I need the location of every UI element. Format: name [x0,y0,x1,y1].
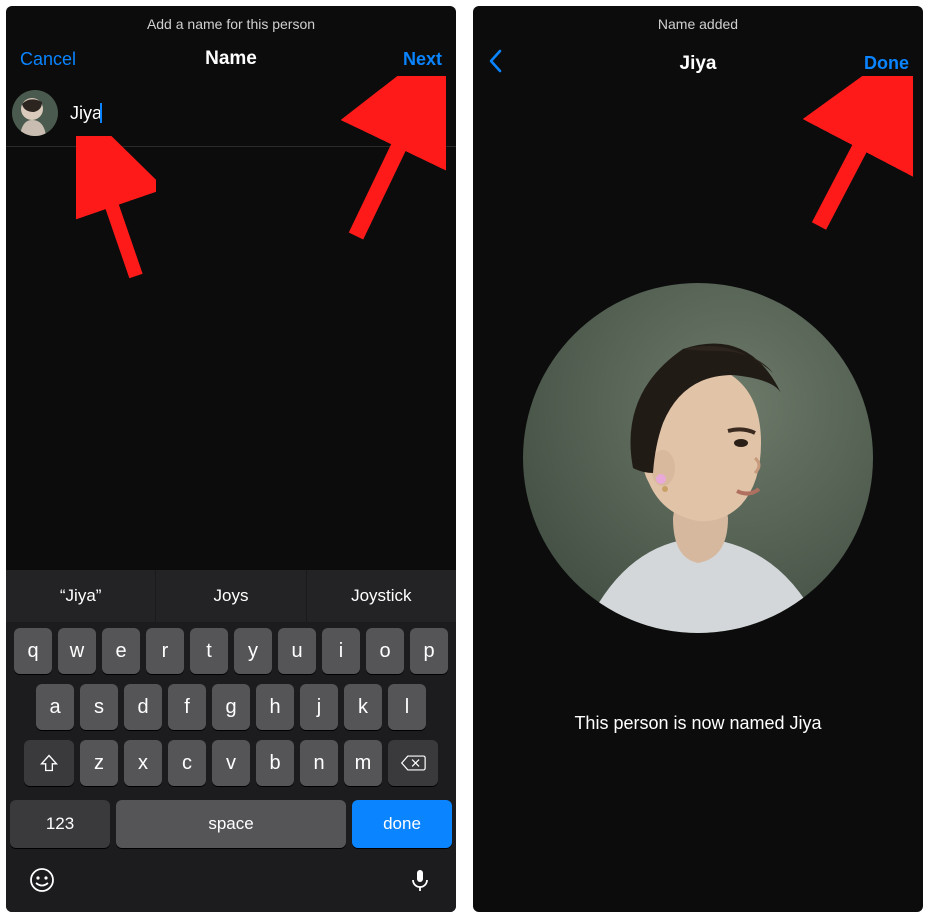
emoji-icon[interactable] [28,866,56,894]
navbar-left: Cancel Name Next [6,40,456,84]
keyboard-done-key[interactable]: done [352,800,452,848]
next-button[interactable]: Next [403,49,442,69]
keyboard: “Jiya” Joys Joystick q w e r t y u i o p… [6,570,456,912]
key-h[interactable]: h [256,684,294,730]
name-input-row: Jiya [6,84,456,147]
key-b[interactable]: b [256,740,294,786]
key-d[interactable]: d [124,684,162,730]
key-u[interactable]: u [278,628,316,674]
back-button[interactable] [487,48,505,79]
caption-right: Name added [473,6,923,40]
key-l[interactable]: l [388,684,426,730]
caption-left: Add a name for this person [6,6,456,40]
key-row-3: z x c v b n m [10,740,452,786]
key-row-2: a s d f g h j k l [10,684,452,730]
key-y[interactable]: y [234,628,272,674]
key-w[interactable]: w [58,628,96,674]
name-input[interactable]: Jiya [70,103,102,124]
right-panel: Name added Jiya Done [473,6,923,912]
key-row-1: q w e r t y u i o p [10,628,452,674]
shift-key[interactable] [24,740,74,786]
key-k[interactable]: k [344,684,382,730]
nav-title-right: Jiya [680,53,717,75]
key-o[interactable]: o [366,628,404,674]
key-e[interactable]: e [102,628,140,674]
backspace-key[interactable] [388,740,438,786]
key-v[interactable]: v [212,740,250,786]
key-r[interactable]: r [146,628,184,674]
keyboard-footer [6,856,456,912]
key-f[interactable]: f [168,684,206,730]
key-x[interactable]: x [124,740,162,786]
key-j[interactable]: j [300,684,338,730]
suggestion-3[interactable]: Joystick [307,570,456,622]
annotation-arrow-done [793,76,913,236]
key-q[interactable]: q [14,628,52,674]
key-z[interactable]: z [80,740,118,786]
key-s[interactable]: s [80,684,118,730]
key-a[interactable]: a [36,684,74,730]
key-g[interactable]: g [212,684,250,730]
text-cursor [100,103,102,123]
left-panel: Add a name for this person Cancel Name N… [6,6,456,912]
key-m[interactable]: m [344,740,382,786]
numbers-key[interactable]: 123 [10,800,110,848]
key-i[interactable]: i [322,628,360,674]
confirmation-text: This person is now named Jiya [473,713,923,734]
key-row-bottom: 123 space done [6,800,456,856]
suggestion-bar: “Jiya” Joys Joystick [6,570,456,622]
suggestion-2[interactable]: Joys [156,570,306,622]
suggestion-1[interactable]: “Jiya” [6,570,156,622]
done-button[interactable]: Done [864,53,909,73]
annotation-arrow-input [76,136,156,286]
key-n[interactable]: n [300,740,338,786]
key-c[interactable]: c [168,740,206,786]
person-photo [523,283,873,633]
mic-icon[interactable] [406,866,434,894]
key-p[interactable]: p [410,628,448,674]
space-key[interactable]: space [116,800,346,848]
key-t[interactable]: t [190,628,228,674]
navbar-right: Jiya Done [473,40,923,93]
nav-title-left: Name [205,48,257,70]
cancel-button[interactable]: Cancel [20,49,76,69]
avatar-thumbnail[interactable] [12,90,58,136]
